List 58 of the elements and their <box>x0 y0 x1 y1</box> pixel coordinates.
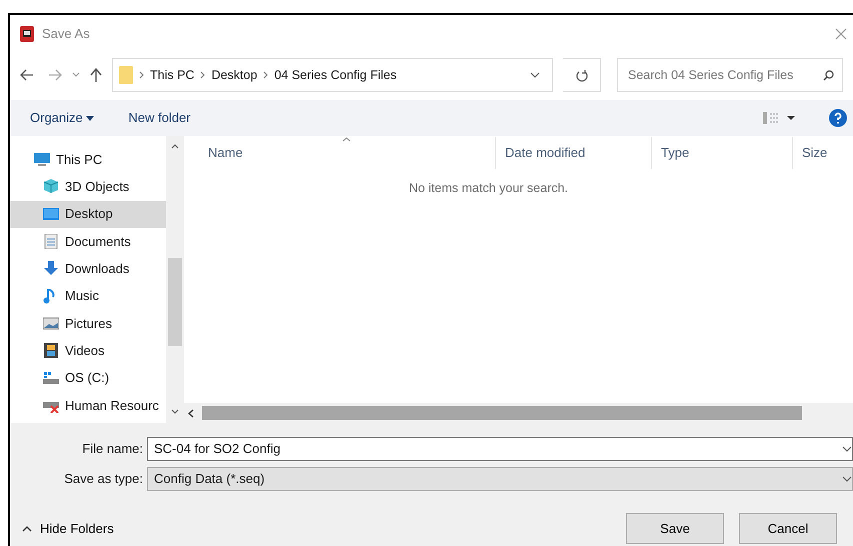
monitor-icon <box>43 206 59 222</box>
scroll-up-icon[interactable] <box>171 144 180 149</box>
view-options-icon[interactable] <box>763 112 795 124</box>
scroll-down-icon[interactable] <box>171 409 180 414</box>
up-icon[interactable] <box>90 68 102 82</box>
dropdown-icon[interactable] <box>842 476 852 482</box>
chevron-up-icon <box>22 526 32 532</box>
file-type-dropdown[interactable]: Config Data (*.seq) <box>147 467 853 491</box>
app-icon <box>20 26 34 42</box>
close-icon[interactable] <box>835 28 847 40</box>
vertical-scrollbar[interactable] <box>166 136 184 423</box>
sidebar-item[interactable]: Videos <box>10 337 166 364</box>
save-button[interactable]: Save <box>626 513 724 544</box>
field-label: Save as type: <box>63 470 144 488</box>
file-name-field[interactable]: SC-04 for SO2 Config <box>147 437 853 461</box>
column-header[interactable]: Date modified <box>496 137 652 169</box>
scroll-left-icon[interactable] <box>188 408 194 418</box>
refresh-icon[interactable] <box>576 68 588 82</box>
sidebar-item[interactable]: Documents <box>10 228 166 256</box>
sidebar-item[interactable]: Human Resourc <box>10 392 166 419</box>
search-icon <box>823 70 834 80</box>
chevron-icon <box>200 71 206 79</box>
cancel-button[interactable]: Cancel <box>739 513 837 544</box>
down-arrow-icon <box>43 261 59 276</box>
sidebar-item[interactable]: Music <box>10 282 166 310</box>
sidebar-item[interactable]: Pictures <box>10 310 166 338</box>
chevron-icon <box>139 71 144 79</box>
organize-button[interactable]: Organize <box>30 108 94 128</box>
sidebar-item[interactable]: 3D Objects <box>10 173 166 201</box>
back-icon[interactable] <box>20 69 34 81</box>
column-header[interactable]: Name <box>184 137 496 169</box>
window-title: Save As <box>42 25 90 44</box>
search-field[interactable]: Search 04 Series Config Files <box>617 58 843 92</box>
dropdown-icon[interactable] <box>842 446 852 452</box>
sidebar-item[interactable]: Desktop <box>10 200 166 228</box>
field-label: File name: <box>81 440 144 458</box>
new-folder-button[interactable]: New folder <box>128 108 191 128</box>
recent-dropdown-icon[interactable] <box>72 72 80 78</box>
breadcrumb-link[interactable]: Desktop <box>211 66 258 84</box>
folder-icon <box>119 66 133 84</box>
film-icon <box>43 343 59 358</box>
document-icon <box>43 234 59 250</box>
caret-icon <box>86 116 94 122</box>
drive-icon <box>43 370 59 386</box>
column-header[interactable]: Type <box>652 137 793 169</box>
sidebar-item[interactable]: OS (C:) <box>10 364 166 392</box>
column-header[interactable]: Size <box>793 137 853 169</box>
dropdown-icon[interactable] <box>530 72 540 78</box>
landscape-image-icon <box>43 316 59 331</box>
chevron-icon <box>263 71 268 79</box>
computer-icon <box>34 152 50 168</box>
cube-icon <box>43 179 59 194</box>
help-icon[interactable] <box>829 109 847 127</box>
sidebar-item[interactable]: This PC <box>10 146 166 174</box>
breadcrumb-link[interactable]: 04 Series Config Files <box>274 66 397 84</box>
sidebar-item[interactable]: Downloads <box>10 255 166 282</box>
hide-folders-button[interactable]: Hide Folders <box>22 518 114 538</box>
breadcrumb-link[interactable]: This PC <box>150 66 194 84</box>
